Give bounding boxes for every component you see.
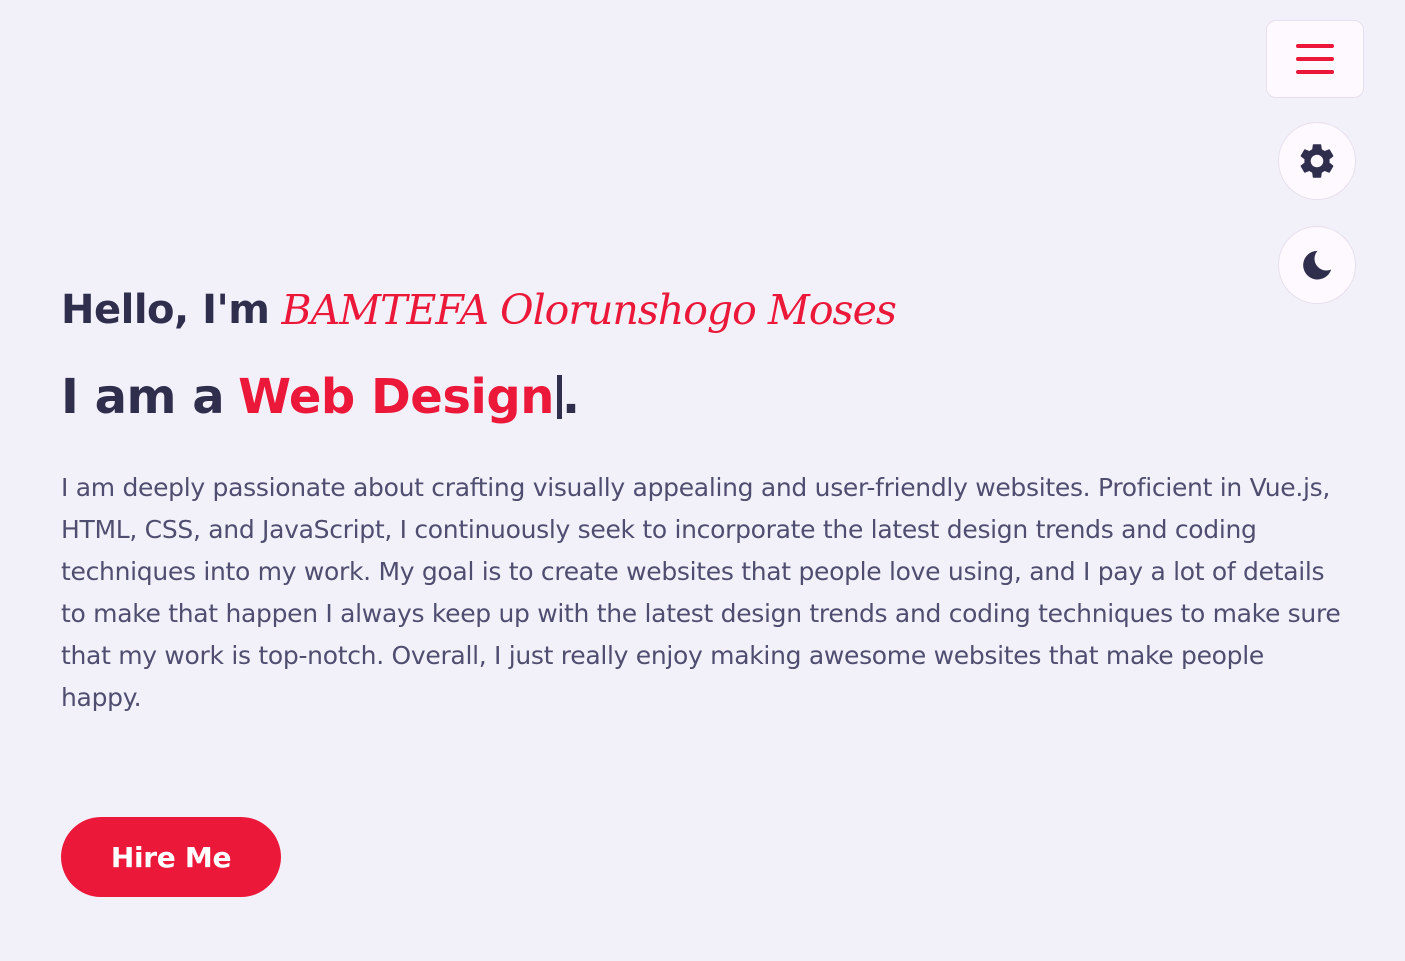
home-page: Hello, I'm BAMTEFA Olorunshogo Moses I a…	[0, 0, 1405, 961]
role-prefix: I am a	[61, 369, 225, 425]
gear-icon	[1300, 144, 1334, 178]
greeting-text: Hello, I'm	[61, 287, 270, 333]
typed-role-text: Web Design	[238, 369, 554, 425]
role-suffix: .	[561, 369, 580, 425]
menu-toggle-button[interactable]	[1266, 20, 1364, 98]
hamburger-menu-icon	[1296, 44, 1334, 48]
about-paragraph: I am deeply passionate about crafting vi…	[61, 473, 1341, 712]
hire-me-button[interactable]: Hire Me	[61, 817, 281, 897]
hero-section: Hello, I'm BAMTEFA Olorunshogo Moses I a…	[61, 270, 1341, 719]
hamburger-menu-icon	[1296, 57, 1334, 61]
hamburger-menu-icon	[1296, 70, 1334, 74]
style-switcher-button[interactable]	[1278, 122, 1356, 200]
owner-name: BAMTEFA Olorunshogo Moses	[281, 286, 896, 334]
role-heading: I am a Web Design .	[61, 362, 1341, 432]
greeting-heading: Hello, I'm BAMTEFA Olorunshogo Moses	[61, 270, 1341, 350]
